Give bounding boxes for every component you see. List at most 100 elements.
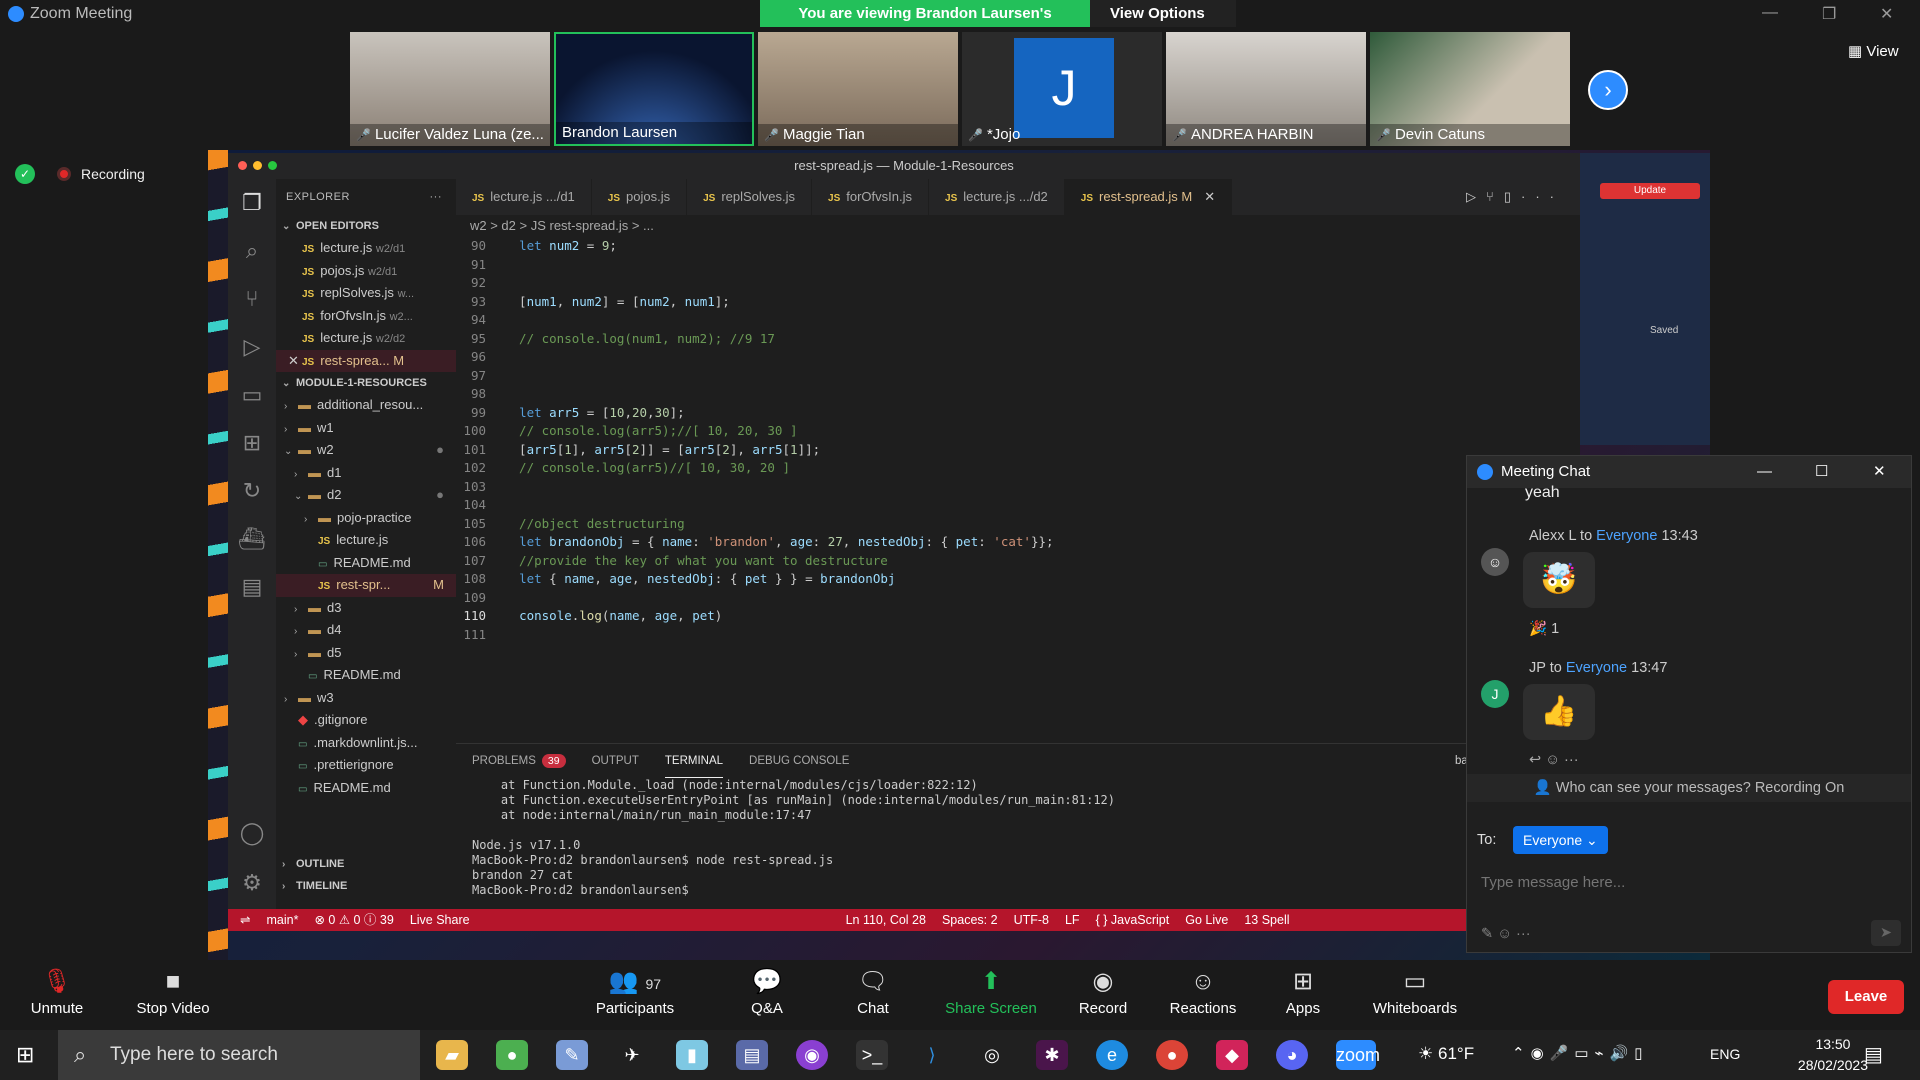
windows-start-icon[interactable]: ⊞ [16, 1042, 34, 1068]
discord-icon[interactable]: ◕ [1276, 1040, 1308, 1070]
run-debug-icon[interactable]: ▷ [228, 323, 276, 371]
tab-output[interactable]: OUTPUT [592, 744, 639, 778]
recipient[interactable]: Everyone [1566, 660, 1627, 676]
chrome-icon[interactable]: ● [1156, 1040, 1188, 1070]
problems-indicator[interactable]: ⊗ 0 ⚠ 0 ⓘ 39 [314, 909, 393, 931]
go-live-button[interactable]: Go Live [1185, 909, 1228, 931]
extensions-icon[interactable]: ⊞ [228, 419, 276, 467]
file-item[interactable]: ▭ README.md [276, 552, 456, 575]
whiteboards-button[interactable]: ▭ Whiteboards [1360, 960, 1470, 1017]
tab-problems[interactable]: PROBLEMS 39 [472, 744, 566, 778]
folder-item[interactable]: ⌄ ▬ w2 ● [276, 439, 456, 462]
participant-video[interactable]: J 🎤 *Jojo [962, 32, 1162, 146]
participant-video[interactable]: 🎤 Maggie Tian [758, 32, 958, 146]
folder-item[interactable]: › ▬ d5 [276, 642, 456, 665]
more-icon[interactable]: ··· [1564, 752, 1579, 768]
recipient-dropdown[interactable]: Everyone ⌄ [1513, 826, 1608, 854]
file-item[interactable]: JS lecture.js [276, 529, 456, 552]
message-actions[interactable]: ↩ ☺ ··· [1529, 752, 1579, 768]
files-icon[interactable]: ❐ [228, 179, 276, 227]
file-item[interactable]: ▭ README.md [276, 777, 456, 800]
remote-icon[interactable]: ⇌ [240, 909, 250, 931]
open-editors-section[interactable]: ⌄ OPEN EDITORS [276, 215, 456, 237]
editor-tab[interactable]: JS lecture.js .../d1 [456, 179, 592, 215]
folder-item[interactable]: › ▬ additional_resou... [276, 394, 456, 417]
account-icon[interactable]: ◯ [228, 809, 276, 857]
minimize-icon[interactable]: — [1757, 456, 1772, 488]
participant-video[interactable]: 🎤 Devin Catuns [1370, 32, 1570, 146]
chat-button[interactable]: 🗨 Chat [818, 960, 928, 1017]
live-share-button[interactable]: Live Share [410, 909, 470, 931]
open-editor-item[interactable]: ✕ JS rest-sprea... M [276, 349, 456, 372]
messenger-icon[interactable]: ◉ [796, 1040, 828, 1070]
stop-video-button[interactable]: ■ Stop Video [118, 960, 228, 1017]
minimize-dot-icon[interactable] [253, 161, 262, 170]
app-icon[interactable]: ◆ [1216, 1040, 1248, 1070]
file-item[interactable]: ▭ .prettierignore [276, 754, 456, 777]
notifications-icon[interactable]: ▤ [1864, 1042, 1883, 1067]
outline-section[interactable]: › OUTLINE [276, 853, 456, 875]
weather-widget[interactable]: ☀ 61°F [1418, 1044, 1474, 1064]
app-icon[interactable]: ◎ [976, 1040, 1008, 1070]
spell-check[interactable]: 13 Spell [1244, 909, 1289, 931]
editor-actions[interactable]: ▷⑂▯··· [1466, 179, 1580, 215]
file-item[interactable]: ▭ README.md [276, 664, 456, 687]
file-explorer-icon[interactable]: ▰ [436, 1040, 468, 1070]
open-editor-item[interactable]: JS pojos.js w2/d1 [276, 260, 456, 283]
qa-button[interactable]: 💬 Q&A [712, 960, 822, 1017]
close-icon[interactable]: ✕ [1880, 4, 1893, 24]
paint-icon[interactable]: ✎ [556, 1040, 588, 1070]
clock[interactable]: 13:50 28/02/2023 [1798, 1034, 1868, 1076]
restore-icon[interactable]: ❐ [1822, 4, 1836, 24]
folder-item[interactable]: › ▬ d3 [276, 597, 456, 620]
system-tray[interactable]: ⌃◉🎤▭⌁🔊▯ [1512, 1044, 1648, 1062]
close-icon[interactable]: ✕ [1204, 189, 1215, 204]
gear-icon[interactable]: ⚙ [228, 859, 276, 907]
project-section[interactable]: ⌄ MODULE-1-RESOURCES [276, 372, 456, 394]
file-item[interactable]: JS rest-spr... M [276, 574, 456, 597]
unmute-button[interactable]: 🎙 Unmute [2, 960, 112, 1017]
cursor-position[interactable]: Ln 110, Col 28 [846, 909, 926, 931]
editor-tab[interactable]: JS lecture.js .../d2 [929, 179, 1065, 215]
editor-tab[interactable]: JS replSolves.js [687, 179, 813, 215]
emoji-icon[interactable]: ☺ [1545, 752, 1560, 768]
breadcrumb[interactable]: w2 > d2 > JS rest-spread.js > ... [456, 215, 1580, 237]
terminal-icon[interactable]: >_ [856, 1040, 888, 1070]
view-options-button[interactable]: View Options ⌄ [1090, 0, 1236, 49]
maximize-icon[interactable]: ☐ [1815, 456, 1828, 488]
participant-video-active[interactable]: Brandon Laursen [554, 32, 754, 146]
reaction-badge[interactable]: 🎉 1 [1529, 620, 1559, 637]
leave-button[interactable]: Leave [1828, 980, 1904, 1014]
editor-tab[interactable]: JS rest-spread.js M ✕ [1064, 179, 1233, 215]
more-icon[interactable]: ··· [1516, 926, 1531, 942]
docker-icon[interactable]: ⛴ [228, 515, 276, 563]
indentation[interactable]: Spaces: 2 [942, 909, 998, 931]
open-editor-item[interactable]: JS forOfvsIn.js w2... [276, 305, 456, 328]
reactions-button[interactable]: ☺ Reactions [1148, 960, 1258, 1017]
app-icon[interactable]: ● [496, 1040, 528, 1070]
search-icon[interactable]: ⌕ [228, 227, 276, 275]
emoji-icon[interactable]: ☺ [1497, 926, 1512, 942]
chat-message-input[interactable] [1481, 868, 1891, 896]
tab-debug-console[interactable]: DEBUG CONSOLE [749, 744, 849, 778]
language-mode[interactable]: { } JavaScript [1096, 909, 1170, 931]
app-icon[interactable]: ▤ [736, 1040, 768, 1070]
file-item[interactable]: ◆ .gitignore [276, 709, 456, 732]
notebook-icon[interactable]: ▤ [228, 563, 276, 611]
participant-video[interactable]: 🎤 Lucifer Valdez Luna (ze... [350, 32, 550, 146]
folder-item[interactable]: › ▬ d1 [276, 462, 456, 485]
folder-item[interactable]: › ▬ d4 [276, 619, 456, 642]
reply-icon[interactable]: ↩ [1529, 752, 1541, 768]
apps-button[interactable]: ⊞ Apps [1248, 960, 1358, 1017]
participants-button[interactable]: 👥 97 Participants [580, 960, 690, 1017]
editor-tab[interactable]: JS forOfvsIn.js [812, 179, 930, 215]
slack-icon[interactable]: ✱ [1036, 1040, 1068, 1070]
send-icon[interactable]: ➤ [1871, 920, 1901, 946]
share-screen-button[interactable]: ⬆ Share Screen [936, 960, 1046, 1017]
editor-tab[interactable]: JS pojos.js [592, 179, 688, 215]
terminal-output[interactable]: at Function.Module._load (node:internal/… [456, 778, 1580, 898]
close-dot-icon[interactable] [238, 161, 247, 170]
open-editor-item[interactable]: JS replSolves.js w... [276, 282, 456, 305]
tab-terminal[interactable]: TERMINAL [664, 744, 724, 778]
taskbar-search[interactable]: ⌕ Type here to search [58, 1030, 420, 1080]
